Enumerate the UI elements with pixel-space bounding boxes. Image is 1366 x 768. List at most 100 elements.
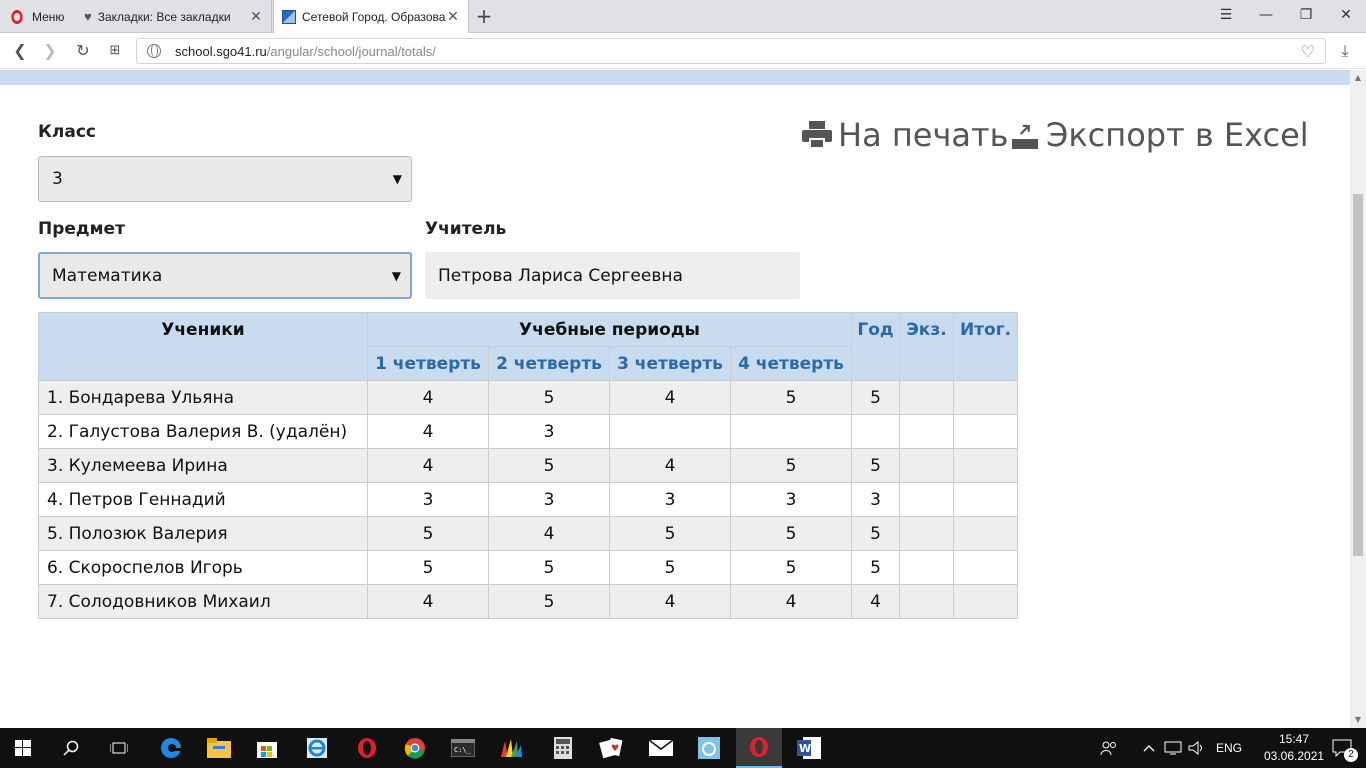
- export-excel-button[interactable]: ➜ Экспорт в Excel: [1012, 114, 1309, 156]
- student-name: 7. Солодовников Михаил: [38, 584, 368, 619]
- header-students: Ученики: [38, 312, 368, 381]
- grade-q3: 4: [609, 448, 731, 483]
- grade-year: 3: [851, 482, 900, 517]
- bookmark-heart-icon[interactable]: ♡: [1301, 42, 1315, 61]
- grade-q1: 5: [367, 550, 489, 585]
- grade-q2: 5: [488, 550, 610, 585]
- download-icon[interactable]: ⤓: [1333, 39, 1357, 63]
- grade-q2: 3: [488, 482, 610, 517]
- scroll-up-icon[interactable]: ▲: [1352, 72, 1364, 84]
- globe-icon: [147, 44, 161, 58]
- grades-table: Ученики Учебные периоды Год Экз. Итог. 1…: [38, 312, 1018, 619]
- grade-q1: 3: [367, 482, 489, 517]
- grade-year: 5: [851, 380, 900, 415]
- grade-exam: [899, 414, 954, 449]
- language-indicator[interactable]: ENG: [1216, 741, 1242, 755]
- volume-icon[interactable]: [1184, 728, 1210, 768]
- color-fan-icon[interactable]: [488, 728, 534, 768]
- heart-icon: ♥: [84, 9, 92, 24]
- terminal-icon[interactable]: C:\_: [440, 728, 486, 768]
- grade-q3: 5: [609, 550, 731, 585]
- file-explorer-icon[interactable]: [196, 728, 242, 768]
- url-text[interactable]: school.sgo41.ru/angular/school/journal/t…: [175, 44, 436, 59]
- grade-q1: 4: [367, 584, 489, 619]
- mail-icon[interactable]: [638, 728, 684, 768]
- clock-time[interactable]: 15:47: [1264, 732, 1324, 746]
- header-quarter-3[interactable]: 3 четверть: [609, 346, 731, 381]
- opera-logo-icon: [11, 9, 23, 24]
- header-quarter-4[interactable]: 4 четверть: [730, 346, 852, 381]
- reload-icon[interactable]: ↻: [71, 39, 95, 63]
- grade-total: [953, 516, 1018, 551]
- restore-icon[interactable]: ❐: [1286, 0, 1326, 33]
- export-label: Экспорт в Excel: [1046, 116, 1309, 154]
- new-tab-button[interactable]: +: [472, 4, 496, 28]
- grade-exam: [899, 448, 954, 483]
- grade-q2: 3: [488, 414, 610, 449]
- tab-title: Сетевой Город. Образова: [302, 9, 446, 24]
- close-icon[interactable]: ✕: [249, 9, 263, 23]
- store-icon[interactable]: [244, 728, 290, 768]
- people-icon[interactable]: [1092, 728, 1126, 768]
- window-close-icon[interactable]: ✕: [1326, 0, 1366, 33]
- tab-menu-icon[interactable]: ☰: [1206, 0, 1246, 33]
- search-icon[interactable]: [48, 728, 94, 768]
- clock-date[interactable]: 03.06.2021: [1264, 749, 1324, 763]
- scroll-down-icon[interactable]: ▼: [1352, 714, 1364, 726]
- student-name: 5. Полозюк Валерия: [38, 516, 368, 551]
- grade-exam: [899, 482, 954, 517]
- grade-total: [953, 448, 1018, 483]
- student-name: 4. Петров Геннадий: [38, 482, 368, 517]
- grade-q4: 5: [730, 550, 852, 585]
- table-row: 5. Полозюк Валерия 5 4 5 5 5: [38, 516, 1018, 551]
- opera-active-taskbar-icon[interactable]: [736, 728, 782, 768]
- minimize-icon[interactable]: —: [1246, 0, 1286, 33]
- address-bar[interactable]: school.sgo41.ru/angular/school/journal/t…: [136, 38, 1326, 64]
- opera-menu-button[interactable]: Меню: [0, 0, 76, 33]
- scroll-thumb[interactable]: [1353, 194, 1363, 556]
- class-select[interactable]: 3 ▼: [38, 156, 412, 202]
- scrollbar[interactable]: ▲ ▼: [1350, 70, 1366, 728]
- chrome-icon[interactable]: [392, 728, 438, 768]
- grade-total: [953, 380, 1018, 415]
- forward-icon[interactable]: ❯: [38, 39, 62, 63]
- grade-q1: 5: [367, 516, 489, 551]
- student-name: 6. Скороспелов Игорь: [38, 550, 368, 585]
- header-quarter-2[interactable]: 2 четверть: [488, 346, 610, 381]
- close-icon[interactable]: ✕: [446, 9, 460, 23]
- header-periods: Учебные периоды: [367, 312, 852, 347]
- grade-total: [953, 482, 1018, 517]
- notifications-icon[interactable]: 2: [1322, 728, 1362, 768]
- task-view-icon[interactable]: [96, 728, 142, 768]
- grade-exam: [899, 516, 954, 551]
- tab-sgo[interactable]: Сетевой Город. Образова ✕: [273, 0, 469, 33]
- header-exam[interactable]: Экз.: [899, 312, 954, 381]
- internet-explorer-icon[interactable]: [294, 728, 340, 768]
- student-name: 3. Кулемеева Ирина: [38, 448, 368, 483]
- start-windows-icon[interactable]: [0, 728, 46, 768]
- speed-dial-icon[interactable]: ⊞: [103, 39, 127, 63]
- header-quarter-1[interactable]: 1 четверть: [367, 346, 489, 381]
- network-icon[interactable]: [1160, 728, 1186, 768]
- back-icon[interactable]: ❮: [8, 39, 32, 63]
- print-button[interactable]: На печать: [802, 114, 1008, 156]
- edge-icon[interactable]: [148, 728, 194, 768]
- opera-taskbar-icon[interactable]: [344, 728, 390, 768]
- class-select-value: 3: [52, 169, 63, 189]
- solitaire-icon[interactable]: ♥: [588, 728, 634, 768]
- subject-label: Предмет: [38, 219, 125, 239]
- calculator-icon[interactable]: [540, 728, 586, 768]
- header-total[interactable]: Итог.: [953, 312, 1018, 381]
- header-year[interactable]: Год: [851, 312, 900, 381]
- menu-label: Меню: [32, 9, 65, 24]
- word-icon[interactable]: W: [786, 728, 832, 768]
- photo-app-icon[interactable]: [686, 728, 732, 768]
- tab-bookmarks[interactable]: ♥ Закладки: Все закладки ✕: [76, 0, 272, 33]
- grade-q2: 5: [488, 584, 610, 619]
- table-row: 6. Скороспелов Игорь 5 5 5 5 5: [38, 550, 1018, 585]
- grade-q1: 4: [367, 414, 489, 449]
- class-label: Класс: [38, 122, 96, 142]
- table-row: 3. Кулемеева Ирина 4 5 4 5 5: [38, 448, 1018, 483]
- chevron-up-icon[interactable]: [1136, 728, 1162, 768]
- subject-select[interactable]: Математика ▼: [38, 252, 412, 299]
